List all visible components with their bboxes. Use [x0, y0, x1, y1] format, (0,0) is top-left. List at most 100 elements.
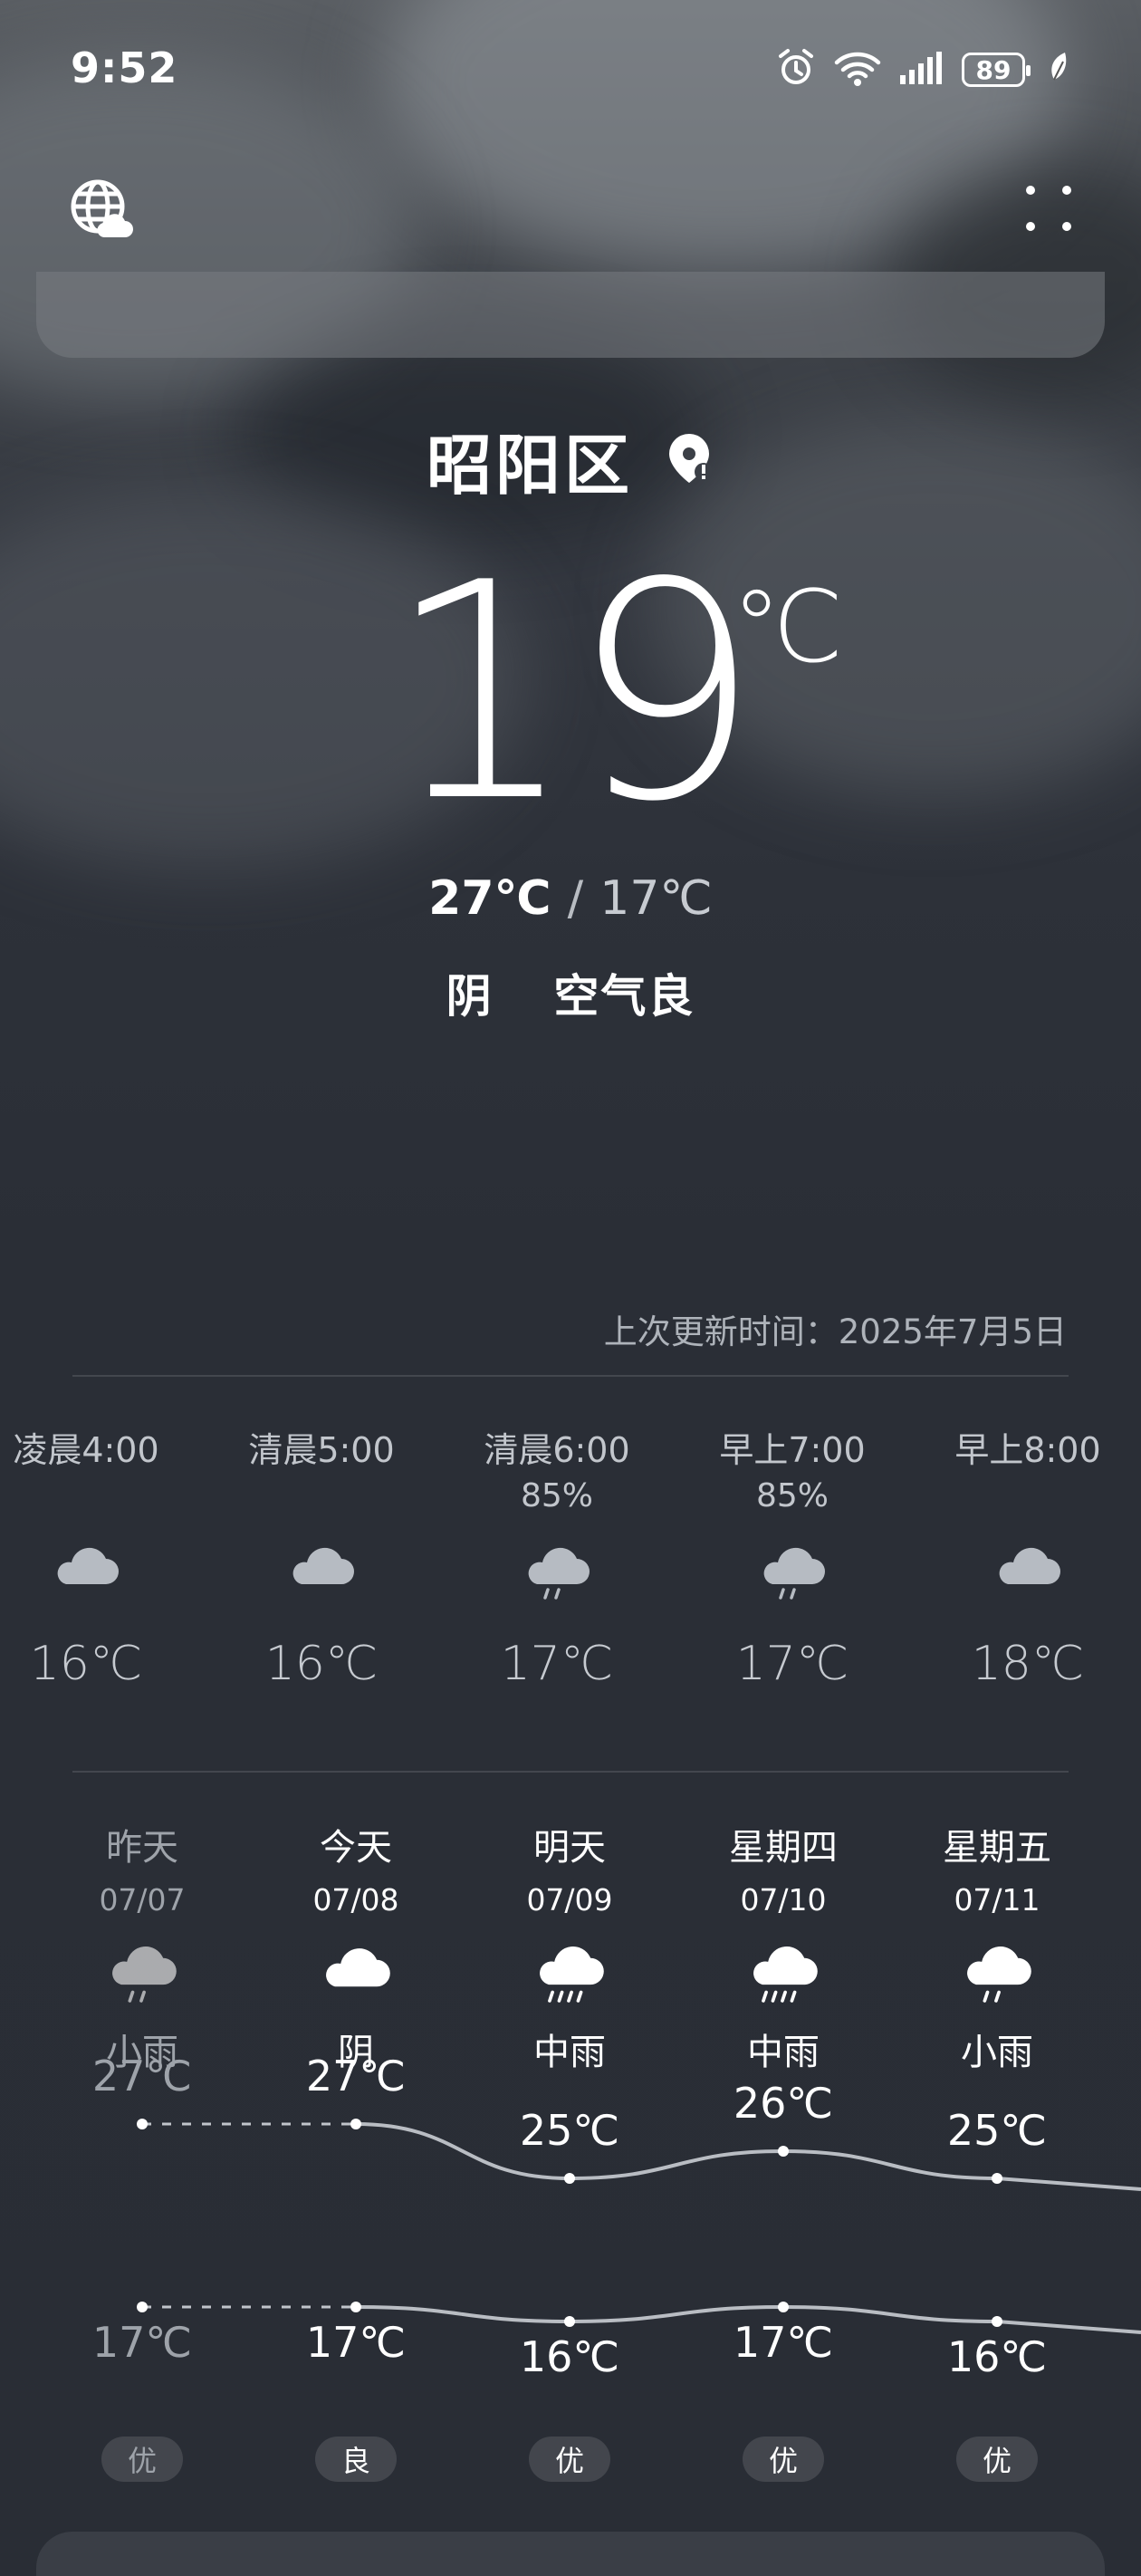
day-name: 明天: [533, 1827, 606, 1869]
alarm-icon: [775, 47, 817, 92]
low-temp-point: [778, 2302, 789, 2312]
day-name: 星期四: [729, 1827, 838, 1869]
high-low-separator: /: [567, 871, 584, 926]
high-temp-point: [350, 2119, 361, 2129]
cloud-icon: [919, 1528, 1136, 1619]
high-low: 27℃ / 17℃: [0, 871, 1141, 926]
daily-item[interactable]: 今天 07/08 阴: [265, 1821, 446, 2080]
hour-temperature: 16℃: [264, 1637, 379, 1691]
collapsed-card[interactable]: [36, 272, 1105, 358]
hour-temperature: 16℃: [29, 1637, 143, 1691]
low-temp-point: [564, 2316, 575, 2327]
air-quality-text[interactable]: 空气良: [553, 970, 695, 1023]
hour-time: 凌晨4:00: [13, 1430, 159, 1470]
current-temp-row: 19: [0, 543, 1141, 842]
signal-icon: [898, 50, 945, 90]
weather-app: 9:52 89 昭阳区 19 ℃ 27℃ / 17℃ 阴 空气良 上次更新时间：…: [0, 0, 1141, 2576]
day-low-temp: 17℃: [733, 2318, 834, 2367]
aqi-badge[interactable]: 优: [529, 2437, 610, 2482]
day-date: 07/10: [740, 1882, 827, 1918]
hourly-item[interactable]: 早上7:00 85% 17℃: [684, 1427, 901, 1691]
day-low-temp: 17℃: [91, 2318, 193, 2367]
daily-item[interactable]: 星期五 07/11 小雨: [906, 1821, 1088, 2080]
rain-cloud-icon: [448, 1528, 666, 1619]
day-condition: 中雨: [533, 2032, 606, 2073]
daily-item[interactable]: 昨天 07/07 小雨: [52, 1821, 233, 2080]
day-date: 07/07: [99, 1882, 186, 1918]
daily-item[interactable]: 星期四 07/10 中雨: [693, 1821, 874, 2080]
cloudy-icon: [265, 1926, 446, 2025]
day-condition: 小雨: [961, 2032, 1033, 2073]
status-icons: 89: [775, 45, 1070, 94]
day-high-temp: 27℃: [91, 2052, 193, 2100]
precip-probability: 85%: [755, 1477, 829, 1514]
divider: [72, 1375, 1069, 1377]
temperature-unit: ℃: [732, 569, 844, 685]
hour-time: 早上7:00: [719, 1430, 866, 1470]
grid-dots-icon[interactable]: [1021, 181, 1076, 235]
location-row[interactable]: 昭阳区: [0, 412, 1141, 507]
high-temp-point: [992, 2173, 1002, 2184]
precip-probability: [213, 1474, 430, 1519]
day-high-temp: 25℃: [519, 2106, 620, 2155]
hour-time: 清晨6:00: [484, 1430, 630, 1470]
day-date: 07/08: [312, 1882, 399, 1918]
high-temp-point: [564, 2173, 575, 2184]
day-condition: 中雨: [747, 2032, 820, 2073]
day-name: 今天: [320, 1827, 392, 1869]
cloud-icon: [213, 1528, 430, 1619]
aqi-badge[interactable]: 优: [101, 2437, 183, 2482]
condition-text: 阴: [446, 970, 494, 1023]
hour-temperature: 17℃: [500, 1637, 614, 1691]
hour-temperature: 17℃: [735, 1637, 849, 1691]
daily-item[interactable]: 明天 07/09 中雨: [479, 1821, 660, 2080]
day-low-temp: 16℃: [519, 2332, 620, 2381]
hourly-item[interactable]: 早上8:00 18℃: [919, 1427, 1136, 1691]
precip-probability: [919, 1474, 1136, 1519]
low-temp-point: [137, 2302, 148, 2312]
cloud-icon: [0, 1528, 195, 1619]
high-temp-point: [137, 2119, 148, 2129]
day-low-temp: 17℃: [305, 2318, 407, 2367]
battery-icon: 89: [962, 53, 1031, 87]
location-pin-icon: [664, 430, 714, 490]
day-low-temp: 16℃: [946, 2332, 1048, 2381]
aqi-badge[interactable]: 良: [315, 2437, 397, 2482]
hourly-item[interactable]: 清晨5:00 16℃: [213, 1427, 430, 1691]
day-high-temp: 25℃: [946, 2106, 1048, 2155]
wifi-icon: [833, 48, 882, 91]
divider: [72, 1771, 1069, 1773]
low-temp-point: [992, 2316, 1002, 2327]
moderate-rain-icon: [693, 1926, 874, 2025]
precip-probability: 85%: [520, 1477, 593, 1514]
hour-time: 清晨5:00: [248, 1430, 395, 1470]
high-temp-point: [778, 2146, 789, 2157]
day-high-temp: 27℃: [305, 2052, 407, 2100]
day-name: 昨天: [106, 1827, 178, 1869]
current-temperature: 19: [386, 519, 761, 867]
day-date: 07/11: [954, 1882, 1040, 1918]
day-high-temp: 26℃: [733, 2079, 834, 2128]
hourly-item[interactable]: 清晨6:00 85% 17℃: [448, 1427, 666, 1691]
low-temp-point: [350, 2302, 361, 2312]
rain-cloud-icon: [684, 1528, 901, 1619]
aqi-badge[interactable]: 优: [956, 2437, 1038, 2482]
day-name: 星期五: [943, 1827, 1051, 1869]
leaf-icon: [1047, 51, 1070, 89]
aqi-badge[interactable]: 优: [743, 2437, 824, 2482]
hour-temperature: 18℃: [971, 1637, 1085, 1691]
day-date: 07/09: [526, 1882, 613, 1918]
condition-line: 阴 空气良: [0, 960, 1141, 1025]
moderate-rain-icon: [479, 1926, 660, 2025]
hour-time: 早上8:00: [954, 1430, 1101, 1470]
today-low: 17℃: [599, 871, 713, 926]
city-name: 昭阳区: [426, 428, 633, 504]
today-high: 27℃: [428, 871, 551, 926]
light-rain-icon: [906, 1926, 1088, 2025]
light-rain-icon: [52, 1926, 233, 2025]
precip-probability: [0, 1474, 195, 1519]
bottom-card[interactable]: [36, 2532, 1105, 2576]
hourly-item[interactable]: 凌晨4:00 16℃: [0, 1427, 195, 1691]
status-time: 9:52: [71, 43, 178, 92]
globe-cloud-icon[interactable]: [69, 178, 134, 243]
